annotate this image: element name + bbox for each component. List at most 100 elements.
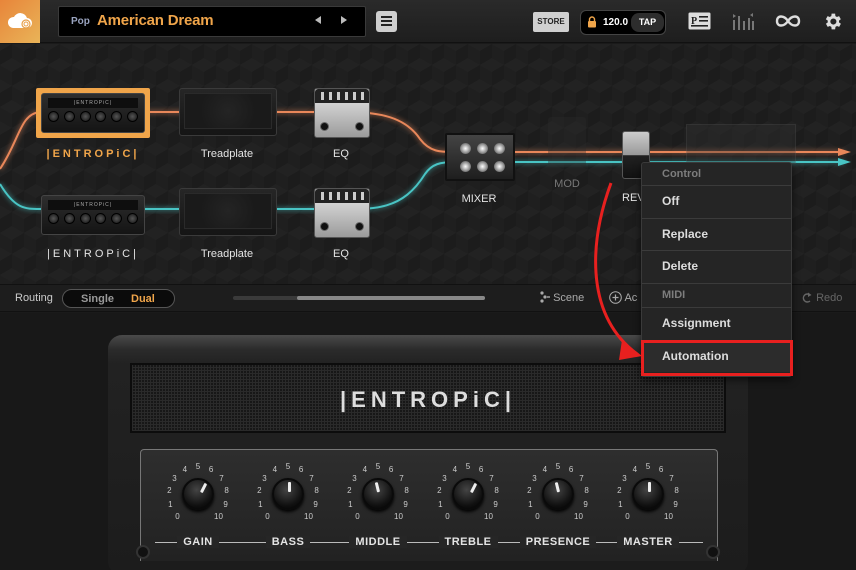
amp-top-path[interactable]: |ENTROPiC| [41,93,145,133]
knob-gain[interactable]: 0 1 2 3 4 5 6 7 8 9 10 [163,458,233,528]
redo-button[interactable]: Redo [801,291,842,304]
store-button[interactable]: STORE [533,12,569,32]
knob-tick: 9 [493,499,498,509]
gear-icon[interactable] [822,11,843,32]
screw-left [136,545,150,559]
eq-bottom-path[interactable] [314,188,370,238]
knob-pointer [374,482,381,493]
knob-tick: 1 [258,499,263,509]
amp-control-panel: 0 1 2 3 4 5 6 7 8 9 10 GAIN 0 1 2 3 4 5 6 7 8 9 10 BASS 0 1 2 3 4 5 6 7… [140,449,718,561]
knob-tick: 4 [542,465,548,475]
tap-tempo-button[interactable]: TAP [631,13,664,32]
knob-label-bass: BASS [265,536,311,548]
knob-pointer [469,482,478,494]
knob-dial[interactable] [452,478,484,510]
knob-tick: 6 [208,465,214,475]
hamburger-line [381,24,392,26]
knob-dial[interactable] [632,478,664,510]
amp-bottom-label: |ENTROPiC| [47,248,139,260]
menu-item-replace[interactable]: Replace [642,218,791,250]
preset-selector[interactable]: Pop American Dream [58,6,366,37]
preset-menu-button[interactable] [376,11,397,32]
knob-dial[interactable] [272,478,304,510]
scrollbar-thumb[interactable] [297,296,485,300]
menu-item-off[interactable]: Off [642,185,791,217]
knob-tick: 6 [658,465,664,475]
knob-tick: 3 [352,473,357,483]
knob-tick: 1 [618,499,623,509]
knob-tick: 3 [622,473,627,483]
knob-tick: 0 [625,511,630,521]
eq-top-path[interactable] [314,88,370,138]
tempo-value[interactable]: 120.0 [603,17,628,28]
knob-treble[interactable]: 0 1 2 3 4 5 6 7 8 9 10 [433,458,503,528]
menu-item-assignment[interactable]: Assignment [642,307,791,339]
amp-bottom-path[interactable]: |ENTROPiC| [41,195,145,235]
cab-bottom-path[interactable] [179,188,277,236]
mixer-unit[interactable] [445,133,515,181]
knob-master[interactable]: 0 1 2 3 4 5 6 7 8 9 10 [613,458,683,528]
mod-unit[interactable] [548,117,586,167]
knob-tick: 2 [257,486,262,496]
scene-label: Scene [553,292,585,304]
redo-label: Redo [816,292,843,304]
knob-tick: 2 [347,486,352,496]
knob-dial[interactable] [542,478,574,510]
knob-tick: 2 [617,486,622,496]
knob-label-master: MASTER [617,536,679,548]
cab-top-label: Treadplate [200,148,254,160]
knob-tick: 1 [438,499,443,509]
knob-middle[interactable]: 0 1 2 3 4 5 6 7 8 9 10 [343,458,413,528]
routing-dual[interactable]: Dual [131,293,155,305]
output-arrow-bottom [838,158,851,166]
routing-single[interactable]: Single [81,293,114,305]
scene-button[interactable]: Scene [540,291,584,304]
knob-bass[interactable]: 0 1 2 3 4 5 6 7 8 9 10 [253,458,323,528]
add-button[interactable]: Ac [609,291,637,304]
knob-tick: 5 [465,462,471,471]
knob-tick: 3 [442,473,447,483]
loop-icon[interactable] [775,14,801,28]
chain-scrollbar[interactable] [233,296,485,300]
preset-name: American Dream [97,12,214,29]
amp-grille: |ENTROPiC| [130,363,726,433]
app-logo[interactable] [0,0,40,43]
knob-dial[interactable] [182,478,214,510]
cab-top-path[interactable] [179,88,277,136]
triangle-right-icon [341,16,347,24]
knob-tick: 1 [348,499,353,509]
knob-pointer [648,482,651,492]
knob-tick: 9 [313,499,318,509]
knob-tick: 7 [309,473,314,483]
mod-label: MOD [554,178,580,190]
preset-info-icon[interactable]: P [688,12,711,30]
scene-icon [540,291,550,303]
knob-pointer [288,482,291,492]
knob-tick: 0 [265,511,270,521]
prev-preset-button[interactable] [311,15,325,29]
knob-tick: 7 [669,473,674,483]
lock-icon[interactable] [587,16,597,28]
knob-label-gain: GAIN [177,536,219,548]
knob-tick: 8 [314,486,319,496]
knob-presence[interactable]: 0 1 2 3 4 5 6 7 8 9 10 [523,458,593,528]
knob-tick: 0 [445,511,450,521]
knob-tick: 4 [452,465,458,475]
routing-toggle[interactable]: Single Dual [62,289,175,308]
knob-tick: 2 [167,486,172,496]
next-preset-button[interactable] [337,15,351,29]
knob-tick: 10 [664,511,673,521]
knob-tick: 3 [262,473,267,483]
knob-tick: 9 [403,499,408,509]
knob-tick: 4 [362,465,368,475]
knob-tick: 0 [535,511,540,521]
mixer-levels-icon[interactable] [732,12,754,30]
knob-tick: 3 [172,473,177,483]
rack-unit[interactable] [686,124,796,164]
menu-item-delete[interactable]: Delete [642,250,791,282]
knob-dial[interactable] [362,478,394,510]
hamburger-icon [381,16,392,18]
knob-tick: 4 [272,465,278,475]
hamburger-line [381,20,392,22]
knob-tick: 8 [224,486,229,496]
